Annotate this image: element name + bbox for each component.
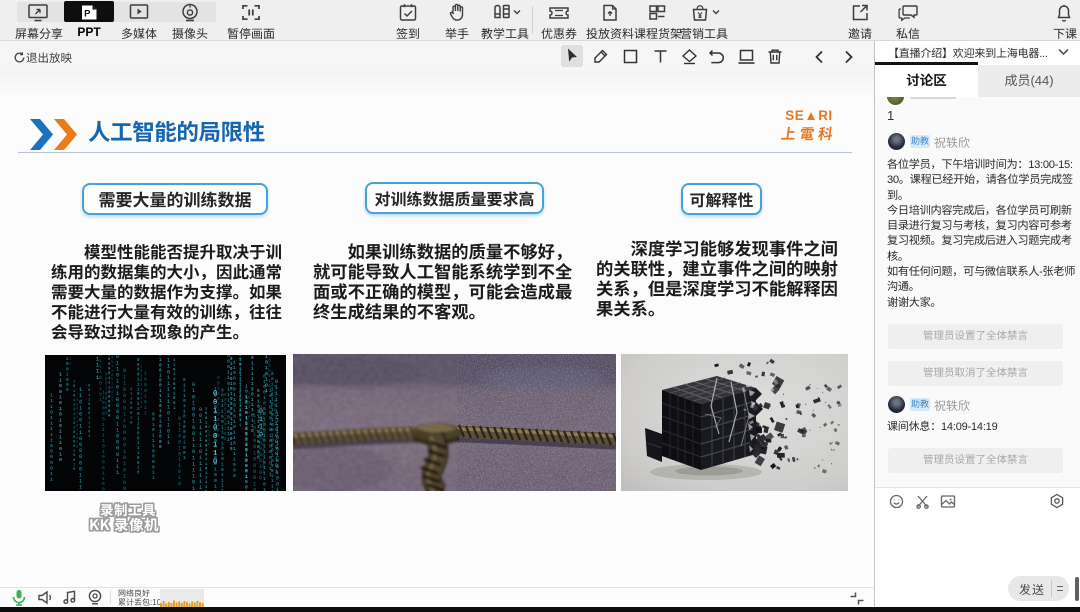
svg-text:110100110000001110000: 110100110000001110000 xyxy=(79,387,82,491)
svg-text:001100110: 001100110 xyxy=(213,391,217,467)
svg-text:0110: 0110 xyxy=(259,408,263,439)
svg-text:1100101010111010: 1100101010111010 xyxy=(59,372,62,464)
svg-text:10001011: 10001011 xyxy=(144,371,147,417)
svg-text:01001000100101110111011: 01001000100101110111011 xyxy=(263,373,266,491)
svg-text:011111001110110: 011111001110110 xyxy=(251,356,254,434)
svg-text:100111010011: 100111010011 xyxy=(111,355,113,404)
svg-text:1110111110000011: 1110111110000011 xyxy=(50,393,53,483)
svg-text:P: P xyxy=(84,8,91,19)
svg-text:0111011010001001: 0111011010001001 xyxy=(183,378,186,461)
svg-text:0101001001101111010000: 0101001001101111010000 xyxy=(192,382,195,491)
svg-text:011000011000010101000: 011000011000010101000 xyxy=(123,368,126,491)
svg-text:000101100100: 000101100100 xyxy=(217,376,220,438)
svg-text:000001101111001111: 000001101111001111 xyxy=(227,355,230,443)
svg-text:0111111100000101: 0111111100000101 xyxy=(275,379,278,475)
svg-text:000111011000: 000111011000 xyxy=(76,399,78,449)
svg-text:00111110111111000: 00111110111111000 xyxy=(199,407,202,491)
svg-text:0010111000011: 0010111000011 xyxy=(152,411,155,481)
svg-text:101010101011010001: 101010101011010001 xyxy=(245,383,248,479)
svg-text:11010: 11010 xyxy=(208,426,210,447)
svg-text:0100100111010101000: 0100100111010101000 xyxy=(159,355,162,450)
svg-text:011001011010: 011001011010 xyxy=(178,416,181,487)
svg-text:1011110111111011011: 1011110111111011011 xyxy=(167,355,170,446)
svg-text:1100001101010110111000: 1100001101010110111000 xyxy=(233,359,236,478)
svg-text:101101010000110000111: 101101010000110000111 xyxy=(116,355,119,476)
svg-text:1010001010000011: 1010001010000011 xyxy=(269,388,272,478)
